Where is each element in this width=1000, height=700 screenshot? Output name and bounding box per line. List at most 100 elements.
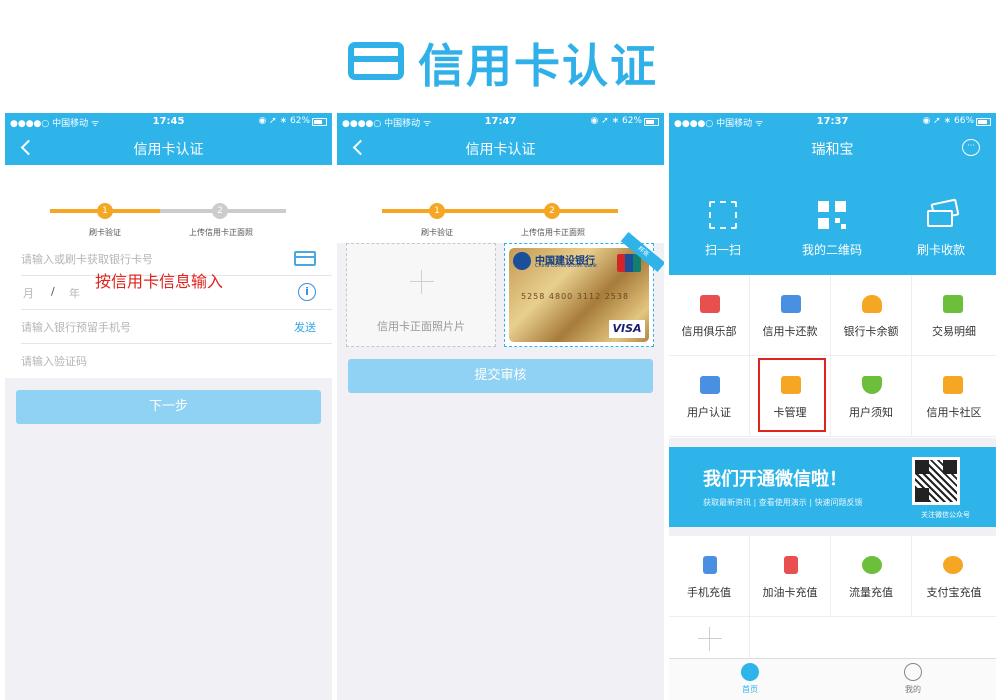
info-icon[interactable]: i (298, 283, 316, 301)
card-form: 请输入或刷卡获取银行卡号 月 / 年 i 请输入银行预留手机号 发送 请输入验证… (5, 242, 332, 378)
send-code-button[interactable]: 发送 (294, 319, 316, 335)
tab-home-label: 首页 (742, 685, 758, 694)
phone-number-field[interactable]: 请输入银行预留手机号 发送 (21, 310, 332, 344)
step-line-done (382, 209, 618, 213)
grid-item-label: 信用卡社区 (926, 406, 982, 419)
annotation-note: 按信用卡信息输入 (95, 272, 224, 291)
grid-item-phone-topup[interactable]: 手机充值 (669, 536, 750, 617)
step-indicator: 1 2 刷卡验证 上传信用卡正面照 (5, 165, 332, 242)
banner: 信用卡认证 (0, 0, 1000, 110)
step-2-dot: 2 (212, 203, 228, 219)
status-battery-text: ◉ ➚ ∗ 62% (258, 116, 310, 126)
grid-item-data-topup[interactable]: 流量充值 (831, 536, 912, 617)
wechat-banner[interactable]: 我们开通微信啦！ 获取最新资讯 | 查看使用演示 | 快速问题反馈 关注微信公众… (669, 447, 996, 527)
grid-item-fuel-card[interactable]: 加油卡充值 (750, 536, 831, 617)
grid-item-label: 银行卡余额 (843, 325, 899, 338)
step-2-label: 上传信用卡正面照 (189, 228, 253, 237)
qr-code-icon (818, 201, 846, 229)
nav-bar: 信用卡认证 (337, 131, 664, 165)
credit-card-image: 中国建设银行 China Construction Bank 5258 4800… (509, 248, 649, 342)
step-1-label: 刷卡验证 (421, 228, 453, 237)
tab-home[interactable]: 首页 (710, 663, 790, 695)
nav-bar: 信用卡认证 (5, 131, 332, 165)
upload-photo-slot[interactable]: 信用卡正面照片片 (346, 243, 496, 347)
transaction-icon (943, 295, 963, 313)
verify-code-field[interactable]: 请输入验证码 (21, 344, 332, 378)
message-icon[interactable]: ··· (962, 139, 980, 156)
wechat-banner-subtitle: 获取最新资讯 | 查看使用演示 | 快速问题反馈 (703, 498, 863, 507)
scan-button[interactable]: 扫一扫 (673, 201, 773, 258)
grid-item-user-notice[interactable]: 用户须知 (831, 356, 912, 437)
step-2-label: 上传信用卡正面照 (521, 228, 585, 237)
card-payment-label: 刷卡收款 (916, 243, 965, 257)
nav-bar: 瑞和宝 ··· (669, 131, 996, 165)
battery-icon (312, 118, 327, 126)
grid-item-label: 加油卡充值 (762, 586, 818, 599)
club-icon (700, 295, 720, 313)
swipe-card-icon[interactable] (294, 251, 316, 266)
expiry-month: 月 (23, 287, 34, 300)
bank-name-en: China Construction Bank (535, 263, 597, 269)
upload-photo-label: 信用卡正面照片片 (377, 320, 465, 333)
card-number: 5258 4800 3112 2538 (521, 292, 630, 301)
submit-review-button[interactable]: 提交审核 (348, 359, 653, 393)
unionpay-logo-icon (617, 254, 641, 272)
credit-card-icon (348, 42, 404, 80)
wechat-qr-label: 关注微信公众号 (921, 511, 970, 519)
status-battery-text: ◉ ➚ ∗ 62% (590, 116, 642, 126)
expiry-year: 年 (69, 287, 80, 300)
grid-item-add[interactable] (669, 617, 750, 658)
highlight-box (758, 358, 826, 432)
wechat-banner-title: 我们开通微信啦！ (703, 469, 847, 490)
user-card-icon (700, 376, 720, 394)
fuel-icon (784, 556, 798, 574)
plus-icon (410, 270, 434, 294)
grid-item-credit-club[interactable]: 信用俱乐部 (669, 275, 750, 356)
phone-screen-upload-photo: ●●●●○ 中国移动 ᯤ 17:47 ◉ ➚ ∗ 62% 信用卡认证 1 2 刷… (337, 113, 664, 700)
grid-item-label: 信用俱乐部 (681, 325, 737, 338)
expiry-slash: / (51, 285, 55, 298)
grid-item-alipay-topup[interactable]: 支付宝充值 (912, 536, 996, 617)
my-qr-code-label: 我的二维码 (801, 243, 862, 257)
next-step-button[interactable]: 下一步 (16, 390, 321, 424)
home-logo-icon (741, 663, 759, 681)
quick-actions: 扫一扫 我的二维码 刷卡收款 (669, 165, 996, 275)
phone-number-placeholder: 请输入银行预留手机号 (21, 321, 131, 334)
step-indicator: 1 2 刷卡验证 上传信用卡正面照 (337, 165, 664, 243)
nav-title: 信用卡认证 (133, 142, 204, 158)
card-payment-icon (927, 198, 960, 229)
verify-code-placeholder: 请输入验证码 (21, 355, 87, 368)
grid-item-transactions[interactable]: 交易明细 (912, 275, 996, 356)
step-1-dot: 1 (429, 203, 445, 219)
tab-mine[interactable]: 我的 (873, 663, 953, 695)
step-1-label: 刷卡验证 (89, 228, 121, 237)
status-battery-text: ◉ ➚ ∗ 66% (922, 116, 974, 126)
service-grid-1: 信用俱乐部 信用卡还款 银行卡余额 交易明细 用户认证 卡管理 用户须知 信用卡… (669, 275, 996, 438)
scan-label: 扫一扫 (704, 243, 741, 257)
grid-item-card-repayment[interactable]: 信用卡还款 (750, 275, 831, 356)
money-bag-icon (862, 295, 882, 313)
nav-title: 瑞和宝 (811, 142, 854, 158)
grid-item-label: 交易明细 (932, 325, 976, 338)
wechat-qr-code-icon (912, 457, 960, 505)
shield-icon (862, 376, 882, 394)
community-icon (943, 376, 963, 394)
my-qr-code-button[interactable]: 我的二维码 (782, 201, 882, 258)
status-bar: ●●●●○ 中国移动 ᯤ 17:37 ◉ ➚ ∗ 66% (669, 113, 996, 131)
user-icon (904, 663, 922, 681)
battery-icon (644, 118, 659, 126)
add-icon (698, 627, 722, 651)
grid-item-user-verify[interactable]: 用户认证 (669, 356, 750, 437)
data-icon (862, 556, 882, 574)
tab-mine-label: 我的 (905, 685, 921, 694)
service-grid-2: 手机充值 加油卡充值 流量充值 支付宝充值 (669, 536, 996, 617)
grid-item-card-community[interactable]: 信用卡社区 (912, 356, 996, 437)
grid-item-card-balance[interactable]: 银行卡余额 (831, 275, 912, 356)
card-payment-button[interactable]: 刷卡收款 (891, 198, 991, 258)
sample-card-slot[interactable]: 中国建设银行 China Construction Bank 5258 4800… (504, 231, 664, 347)
phone-screen-card-verify: ●●●●○ 中国移动 ᯤ 17:45 ◉ ➚ ∗ 62% 信用卡认证 1 2 刷… (5, 113, 332, 700)
grid-item-label: 支付宝充值 (926, 586, 982, 599)
phone-screen-home: ●●●●○ 中国移动 ᯤ 17:37 ◉ ➚ ∗ 66% 瑞和宝 ··· 扫一扫… (669, 113, 996, 700)
scan-icon (709, 201, 737, 229)
phone-topup-icon (703, 556, 717, 574)
